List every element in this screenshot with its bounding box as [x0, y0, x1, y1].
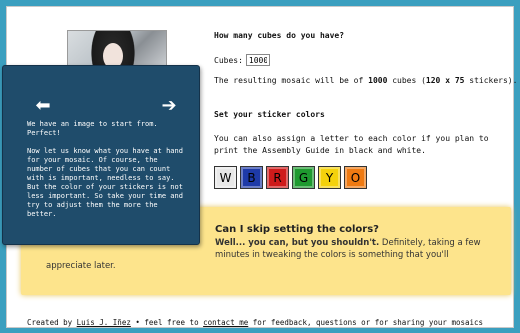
- sticker-colors-title: Set your sticker colors: [214, 110, 325, 119]
- tip-question: Can I skip setting the colors?: [215, 224, 379, 235]
- footer-created-by: Created by: [27, 318, 77, 327]
- author-link[interactable]: Luis J. Iñez: [77, 318, 131, 327]
- tooltip-paragraph-1: We have an image to start from. Perfect!: [27, 120, 158, 137]
- mosaic-dimensions: 120 x 75: [425, 76, 465, 85]
- cubes-label: Cubes:: [214, 55, 243, 65]
- mosaic-suffix: stickers).: [464, 76, 518, 85]
- sticker-colors-description: You can also assign a letter to each col…: [214, 134, 489, 155]
- swatch-red[interactable]: R: [266, 166, 289, 189]
- tip-answer-end: appreciate later.: [46, 261, 116, 271]
- swatch-blue[interactable]: B: [240, 166, 263, 189]
- footer-rest: for feedback, questions or for sharing y…: [248, 318, 484, 327]
- mosaic-summary: The resulting mosaic will be of 1000 cub…: [214, 76, 517, 85]
- tooltip-paragraph-2: Now let us know what you have at hand fo…: [27, 147, 183, 218]
- footer: Created by Luis J. Iñez • feel free to c…: [27, 318, 483, 327]
- tip-answer-bold: Well... you can, but you shouldn't.: [215, 238, 380, 248]
- swatch-yellow[interactable]: Y: [318, 166, 341, 189]
- footer-bullet-text: • feel free to: [130, 318, 204, 327]
- mosaic-prefix: The resulting mosaic will be of: [214, 76, 369, 85]
- cubes-question-title: How many cubes do you have?: [214, 31, 345, 40]
- cubes-input[interactable]: [245, 54, 270, 66]
- mosaic-mid: cubes (: [387, 76, 426, 85]
- arrow-left-icon[interactable]: ⬅: [33, 96, 53, 116]
- swatch-white[interactable]: W: [214, 166, 237, 189]
- contact-link[interactable]: contact me: [203, 318, 248, 327]
- color-swatches: W B R G Y O: [214, 166, 367, 189]
- mosaic-cubes-count: 1000: [368, 76, 388, 85]
- arrow-right-icon[interactable]: ➔: [159, 96, 179, 116]
- tip-answer: Well... you can, but you shouldn't. Defi…: [215, 237, 495, 261]
- cubes-row: Cubes:: [214, 54, 270, 66]
- tooltip-text: We have an image to start from. Perfect!…: [27, 120, 187, 228]
- help-tooltip: ⬅ ➔ We have an image to start from. Perf…: [2, 65, 200, 245]
- swatch-green[interactable]: G: [292, 166, 315, 189]
- swatch-orange[interactable]: O: [344, 166, 367, 189]
